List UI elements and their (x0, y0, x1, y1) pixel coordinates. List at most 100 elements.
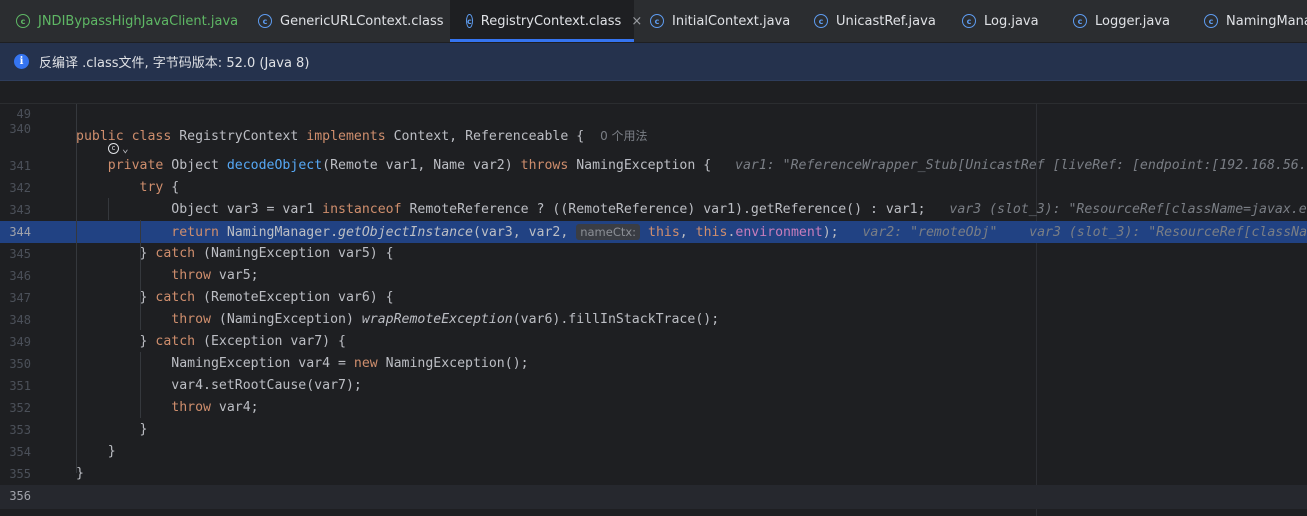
class-icon: c (650, 14, 664, 28)
editor-tab-bar: c JNDIBypassHighJavaClient.java c GenericUR… (0, 0, 1307, 43)
code-token: } (76, 334, 156, 349)
tab-label: JNDIBypassHighJavaClient.java (38, 13, 239, 29)
code-token: throw (76, 268, 219, 283)
code-line[interactable]: 344 return NamingManager.getObjectInstan… (0, 221, 1307, 243)
line-number[interactable]: 353 (0, 419, 31, 441)
code-token: instanceof (322, 202, 410, 217)
code-token: environment (735, 225, 823, 240)
code-token: throw (76, 312, 219, 327)
debugger-inline-value: var1: "ReferenceWrapper_Stub[UnicastRef … (727, 158, 1307, 173)
class-icon: c (814, 14, 828, 28)
code-token: (Remote var1, Name var2) (322, 158, 521, 173)
code-token: NamingException var4 = (76, 356, 354, 371)
line-number[interactable]: 348 (0, 309, 31, 331)
code-token: implements (306, 129, 394, 144)
code-text: Object var3 = var1 instanceof RemoteRefe… (76, 199, 1307, 221)
tab-log-java[interactable]: c Log.java (946, 0, 1057, 42)
code-token: } (76, 466, 84, 481)
parameter-name-hint: nameCtx: (576, 224, 641, 240)
sticky-code: public class RegistryContext implements … (76, 125, 648, 148)
tab-label: NamingManag (1226, 13, 1307, 29)
code-line[interactable]: 342 try { (0, 177, 1307, 199)
line-number[interactable]: 351 (0, 375, 31, 397)
code-line[interactable]: 345 } catch (NamingException var5) { (0, 243, 1307, 265)
tab-namingmanag[interactable]: c NamingManag (1188, 0, 1307, 42)
banner-text: 反编译 .class文件, 字节码版本: 52.0 (Java 8) (39, 56, 310, 71)
tab-jndibypasshighjavaclient-java[interactable]: c JNDIBypassHighJavaClient.java (0, 0, 242, 42)
tab-genericurlcontext-class[interactable]: c GenericURLContext.class (242, 0, 450, 42)
code-line[interactable]: 346 throw var5; (0, 265, 1307, 287)
class-icon: c (16, 14, 30, 28)
code-token: RemoteReference ? ((RemoteReference) var… (409, 202, 942, 217)
code-token: throws (520, 158, 577, 173)
code-token: (Exception var7) { (203, 334, 346, 349)
indent-guide (140, 308, 141, 330)
code-token: } (76, 444, 116, 459)
class-icon: c (962, 14, 976, 28)
code-line[interactable]: 347 } catch (RemoteException var6) { (0, 287, 1307, 309)
code-line[interactable]: 356 (0, 485, 1307, 509)
line-number[interactable]: 344 (0, 221, 31, 243)
code-text: } (76, 419, 148, 441)
code-text: } (76, 463, 84, 485)
line-number[interactable]: 346 (0, 265, 31, 287)
code-line[interactable]: 350 NamingException var4 = new NamingExc… (0, 353, 1307, 375)
tab-logger-java[interactable]: c Logger.java (1057, 0, 1188, 42)
code-token: , (679, 225, 696, 240)
code-line[interactable]: 348 throw (NamingException) wrapRemoteEx… (0, 309, 1307, 331)
line-number[interactable]: 350 (0, 353, 31, 375)
tab-label: Log.java (984, 13, 1039, 29)
code-line[interactable]: 349 } catch (Exception var7) { (0, 331, 1307, 353)
line-number[interactable]: 354 (0, 441, 31, 463)
code-token: Object (171, 158, 227, 173)
line-number[interactable]: 349 (0, 331, 31, 353)
tab-unicastref-java[interactable]: c UnicastRef.java (798, 0, 946, 42)
code-line[interactable]: 352 throw var4; (0, 397, 1307, 419)
code-editor[interactable]: 49 public class RegistryContext implemen… (0, 81, 1307, 516)
debugger-inline-value: var3 (slot_3): "ResourceRef[className=ja… (941, 202, 1307, 217)
code-text: } catch (Exception var7) { (76, 331, 346, 353)
code-token: var4; (218, 400, 259, 415)
code-token: new (353, 356, 386, 371)
code-token: (var3, var2, (473, 225, 577, 240)
tab-registrycontext-class[interactable]: c RegistryContext.class × (450, 0, 642, 42)
code-token: { (171, 180, 180, 195)
code-line[interactable]: 351 var4.setRootCause(var7); (0, 375, 1307, 397)
code-token: (NamingException) (218, 312, 362, 327)
code-line[interactable]: 353 } (0, 419, 1307, 441)
code-line[interactable]: 355} (0, 463, 1307, 485)
code-text: } catch (RemoteException var6) { (76, 287, 394, 309)
line-number[interactable]: 345 (0, 243, 31, 265)
info-icon: i (14, 54, 29, 69)
line-number[interactable]: 342 (0, 177, 31, 199)
tab-label: InitialContext.java (672, 13, 791, 29)
line-number[interactable]: 343 (0, 199, 31, 221)
code-token: return (76, 225, 227, 240)
indent-guide (76, 103, 77, 473)
code-token: catch (155, 334, 204, 349)
class-icon: c (1073, 14, 1087, 28)
code-line[interactable]: 354 } (0, 441, 1307, 463)
line-number[interactable]: 356 (0, 485, 31, 507)
line-number[interactable]: 347 (0, 287, 31, 309)
code-token: throw (76, 400, 219, 415)
code-text: throw (NamingException) wrapRemoteExcept… (76, 309, 719, 331)
tab-label: GenericURLContext.class (280, 13, 444, 29)
code-token: decodeObject (226, 158, 323, 173)
decompiled-info-banner: i 反编译 .class文件, 字节码版本: 52.0 (Java 8) (0, 43, 1307, 81)
code-line[interactable]: 343 Object var3 = var1 instanceof Remote… (0, 199, 1307, 221)
tab-label: UnicastRef.java (836, 13, 936, 29)
sticky-header-line[interactable]: 49 public class RegistryContext implemen… (0, 81, 1307, 144)
code-token: NamingManager. (226, 225, 339, 240)
code-token: wrapRemoteException (361, 312, 513, 327)
line-number[interactable]: 355 (0, 463, 31, 485)
tab-initialcontext-java[interactable]: c InitialContext.java (634, 0, 798, 42)
usages-hint[interactable]: 0 个用法 (600, 129, 647, 143)
code-text: NamingException var4 = new NamingExcepti… (76, 353, 528, 375)
code-text: throw var4; (76, 397, 259, 419)
code-line[interactable]: 341 private Object decodeObject(Remote v… (0, 155, 1307, 177)
code-token: this (648, 225, 680, 240)
code-text: var4.setRootCause(var7); (76, 375, 362, 397)
line-number[interactable]: 352 (0, 397, 31, 419)
